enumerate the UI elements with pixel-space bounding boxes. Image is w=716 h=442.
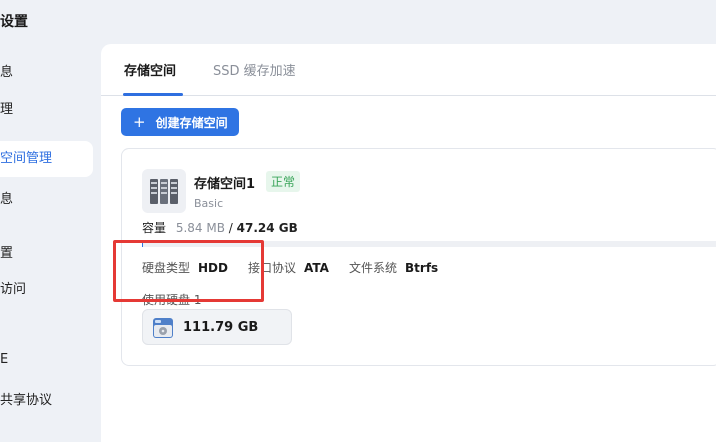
tab-ssd-cache[interactable]: SSD 缓存加速: [213, 60, 296, 79]
filesystem-value: Btrfs: [405, 261, 439, 275]
interface-label: 接口协议: [248, 261, 297, 275]
sidebar-item-settings[interactable]: 置: [0, 242, 13, 261]
sidebar-item-storage-management[interactable]: 空间管理: [0, 141, 93, 177]
sidebar-item-access[interactable]: 访问: [0, 278, 26, 297]
server-rack-icon: [142, 169, 186, 213]
sidebar-title: 设置: [0, 14, 28, 30]
status-badge: 正常: [266, 171, 301, 192]
plus-icon: +: [133, 113, 146, 131]
capacity-progress-bar: [142, 241, 716, 247]
interface-attr: 接口协议 ATA: [248, 259, 329, 276]
capacity-used: 5.84 MB: [175, 221, 225, 235]
disk-size: 111.79 GB: [183, 320, 259, 335]
used-disks-label: 使用硬盘 1: [142, 293, 202, 307]
storage-title: 存储空间1: [194, 177, 256, 192]
disk-type-label: 硬盘类型: [142, 261, 191, 275]
capacity-label: 容量: [142, 221, 167, 235]
main-panel: 存储空间 SSD 缓存加速 + 创建存储空间 存储空间1 正常 Basic 容量…: [101, 44, 716, 442]
storage-subtitle: Basic: [194, 197, 224, 210]
tab-storage-space[interactable]: 存储空间: [124, 60, 176, 79]
storage-card[interactable]: 存储空间1 正常 Basic 容量 5.84 MB / 47.24 GB 硬盘类…: [121, 148, 716, 366]
sidebar-item-share-protocol[interactable]: 共享协议: [0, 389, 52, 408]
tab-bar: 存储空间 SSD 缓存加速: [101, 44, 716, 96]
disk-type-value: HDD: [198, 261, 228, 275]
sidebar: 设置 息 理 空间管理 息 置 访问 E 共享协议: [0, 0, 101, 442]
sidebar-item-info[interactable]: 息: [0, 61, 13, 80]
sidebar-item-management[interactable]: 理: [0, 98, 13, 117]
sidebar-item-e[interactable]: E: [0, 352, 8, 367]
disk-type-attr: 硬盘类型 HDD: [142, 259, 228, 276]
filesystem-label: 文件系统: [349, 261, 398, 275]
capacity-progress-fill: [142, 241, 144, 247]
filesystem-attr: 文件系统 Btrfs: [349, 259, 438, 276]
disk-chip[interactable]: 111.79 GB: [142, 309, 292, 345]
sidebar-item-info-2[interactable]: 息: [0, 188, 13, 207]
capacity-row: 容量 5.84 MB / 47.24 GB: [142, 219, 298, 236]
active-tab-indicator: [123, 93, 183, 96]
capacity-separator: /: [224, 221, 237, 235]
create-storage-label: 创建存储空间: [155, 115, 228, 130]
capacity-total: 47.24 GB: [236, 221, 298, 235]
hdd-icon: [151, 316, 175, 340]
interface-value: ATA: [304, 261, 329, 275]
create-storage-button[interactable]: + 创建存储空间: [121, 108, 239, 136]
